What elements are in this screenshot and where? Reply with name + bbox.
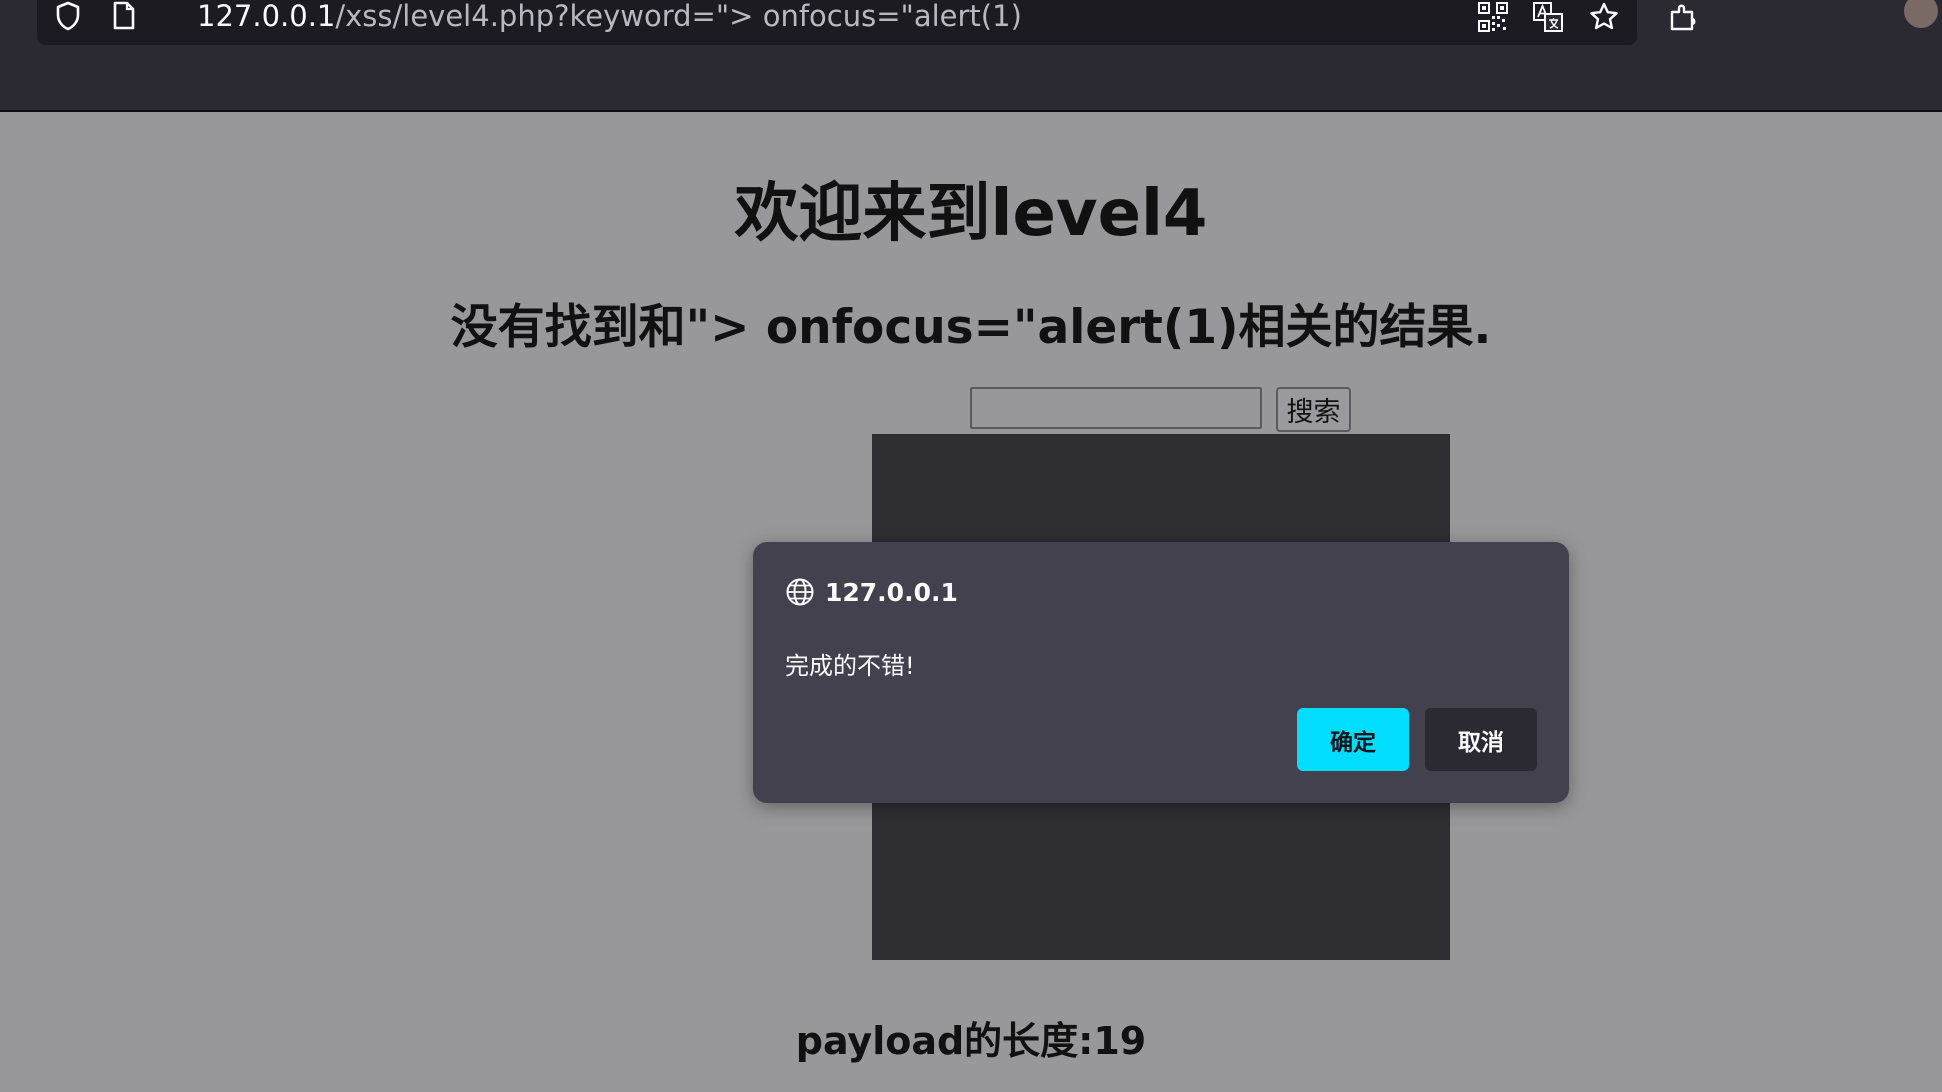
- globe-icon: [785, 577, 815, 607]
- page-icon[interactable]: [109, 0, 139, 32]
- page-title: 欢迎来到level4: [734, 177, 1208, 251]
- payload-length-text: payload的长度:19: [795, 1019, 1147, 1063]
- browser-toolbar: 127.0.0.1/xss/level4.php?keyword="> onfo…: [0, 0, 1942, 112]
- cancel-button[interactable]: 取消: [1425, 708, 1537, 771]
- address-bar[interactable]: 127.0.0.1/xss/level4.php?keyword="> onfo…: [37, 0, 1637, 45]
- search-result-message: 没有找到和"> onfocus="alert(1)相关的结果.: [450, 300, 1492, 355]
- alert-dialog: 127.0.0.1 完成的不错! 确定 取消: [753, 542, 1569, 803]
- translate-icon[interactable]: [1531, 0, 1565, 34]
- bookmark-star-icon[interactable]: [1587, 0, 1621, 34]
- ok-button[interactable]: 确定: [1297, 708, 1409, 771]
- search-input[interactable]: [970, 387, 1262, 429]
- avatar[interactable]: [1904, 0, 1938, 28]
- url-text[interactable]: 127.0.0.1/xss/level4.php?keyword="> onfo…: [197, 0, 1022, 32]
- search-button[interactable]: 搜索: [1276, 387, 1351, 432]
- qr-code-icon[interactable]: [1476, 0, 1510, 34]
- alert-origin-row: 127.0.0.1: [785, 576, 958, 608]
- url-path: /xss/level4.php?keyword="> onfocus="aler…: [335, 0, 1022, 33]
- url-host: 127.0.0.1: [197, 0, 336, 33]
- extensions-icon[interactable]: [1666, 0, 1700, 34]
- alert-message: 完成的不错!: [785, 652, 915, 680]
- alert-origin: 127.0.0.1: [825, 577, 958, 607]
- shield-icon[interactable]: [53, 0, 83, 32]
